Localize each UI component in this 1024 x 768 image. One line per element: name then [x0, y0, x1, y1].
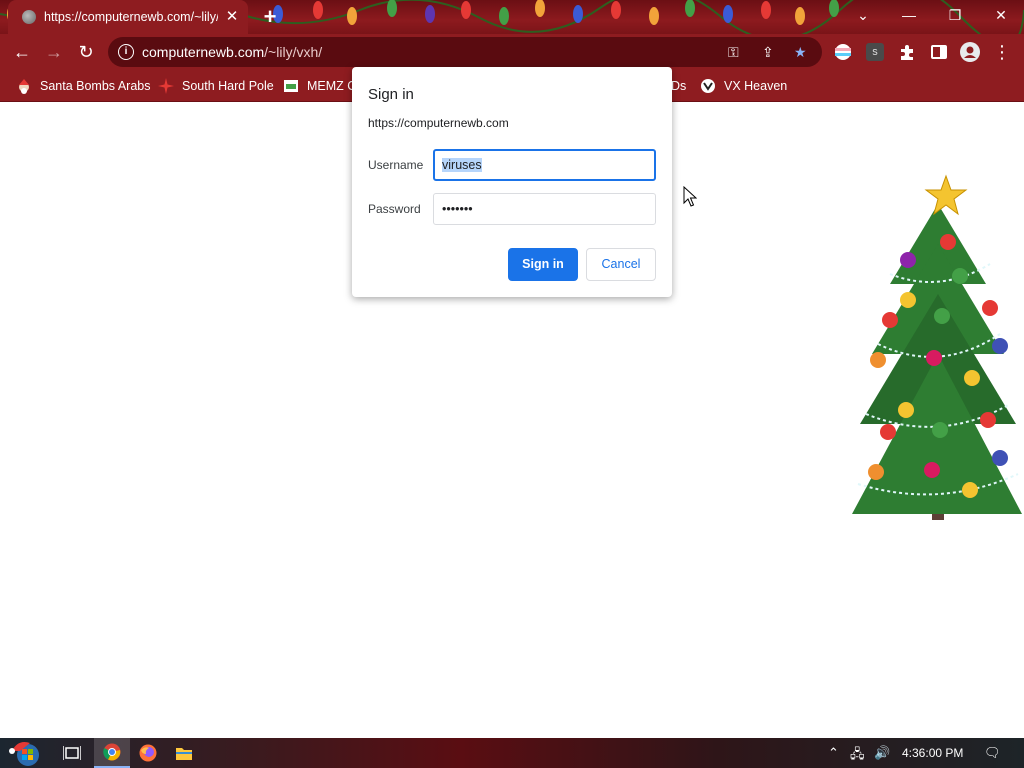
- firefox-icon: [139, 744, 157, 762]
- taskbar-chrome[interactable]: [94, 738, 130, 768]
- taskbar-file-explorer[interactable]: [166, 738, 202, 768]
- start-button[interactable]: [4, 738, 46, 768]
- bookmark-label: MEMZ C: [307, 79, 357, 93]
- star-burst-icon: [158, 78, 174, 94]
- christmas-tree-image: [852, 174, 1022, 520]
- new-tab-button[interactable]: +: [259, 6, 281, 29]
- password-value: •••••••: [442, 202, 473, 216]
- profile-avatar-icon[interactable]: [960, 42, 980, 62]
- start-orb-icon: [9, 742, 39, 766]
- password-field[interactable]: •••••••: [433, 193, 656, 225]
- close-window-button[interactable]: ✕: [978, 0, 1024, 32]
- username-label: Username: [368, 158, 424, 172]
- bookmark-item[interactable]: South Hard Pole: [158, 77, 274, 95]
- volume-icon[interactable]: 🔊: [874, 745, 890, 761]
- back-button[interactable]: ←: [10, 40, 34, 64]
- bookmark-star-icon[interactable]: ★: [794, 44, 807, 61]
- username-value: viruses: [442, 158, 482, 172]
- password-label: Password: [368, 202, 421, 216]
- share-icon[interactable]: ⇪: [762, 44, 774, 61]
- bookmark-label: South Hard Pole: [182, 79, 274, 93]
- folder-icon: [176, 748, 192, 760]
- forward-button[interactable]: →: [42, 40, 66, 64]
- sign-in-button[interactable]: Sign in: [508, 248, 578, 281]
- cancel-button[interactable]: Cancel: [586, 248, 656, 281]
- task-view-icon: [63, 746, 81, 760]
- memz-icon: [284, 80, 298, 92]
- site-info-icon[interactable]: i: [118, 44, 134, 60]
- bookmark-item[interactable]: Santa Bombs Arabs: [16, 77, 150, 95]
- active-tab[interactable]: https://computernewb.com/~lily/vxh/ ✕: [8, 0, 248, 34]
- bookmark-item[interactable]: Ds: [671, 77, 686, 95]
- address-bar[interactable]: i computernewb.com/~lily/vxh/ ⚿ ⇪ ★: [108, 37, 822, 67]
- url-path: /~lily/vxh/: [264, 44, 323, 60]
- page-favicon-icon: [22, 10, 36, 24]
- url-host: computernewb.com: [142, 44, 265, 60]
- browser-toolbar: ← → ↻ i computernewb.com/~lily/vxh/ ⚿ ⇪ …: [0, 34, 1024, 70]
- taskbar-firefox[interactable]: [130, 738, 166, 768]
- url-text[interactable]: computernewb.com/~lily/vxh/: [142, 44, 322, 60]
- browser-menu-button[interactable]: ⋮: [990, 40, 1014, 64]
- mouse-cursor-icon: [683, 186, 697, 207]
- bookmark-label: VX Heaven: [724, 79, 788, 93]
- tab-title: https://computernewb.com/~lily/vxh/: [44, 10, 218, 24]
- dialog-title: Sign in: [368, 86, 414, 103]
- taskbar: ⌃ 🖧 🔊 4:36:00 PM 🗨: [0, 738, 1024, 768]
- username-field[interactable]: viruses: [433, 149, 656, 181]
- profile-flag-extension-icon[interactable]: [834, 43, 852, 61]
- bookmark-label: Ds: [671, 79, 687, 93]
- restore-button[interactable]: ❐: [932, 0, 978, 32]
- sign-in-dialog: Sign in https://computernewb.com Usernam…: [352, 67, 672, 297]
- notifications-icon[interactable]: 🗨: [984, 745, 1001, 761]
- reload-button[interactable]: ↻: [74, 40, 98, 64]
- bookmark-item[interactable]: MEMZ C: [283, 77, 356, 95]
- tab-strip: https://computernewb.com/~lily/vxh/ ✕ + …: [0, 0, 1024, 34]
- vx-heaven-icon: [701, 79, 715, 93]
- show-hidden-icons-icon[interactable]: ⌃: [828, 745, 839, 761]
- chrome-icon: [103, 743, 121, 761]
- dialog-origin: https://computernewb.com: [368, 116, 509, 130]
- taskbar-clock[interactable]: 4:36:00 PM: [902, 746, 963, 760]
- s-extension-icon[interactable]: s: [866, 43, 884, 61]
- santa-icon: [19, 79, 29, 94]
- network-icon[interactable]: 🖧: [850, 745, 865, 767]
- bookmark-label: Santa Bombs Arabs: [40, 79, 151, 93]
- extensions-puzzle-icon[interactable]: [898, 43, 916, 61]
- minimize-button[interactable]: —: [886, 0, 932, 32]
- tab-close-icon[interactable]: ✕: [224, 9, 240, 25]
- bookmark-item[interactable]: VX Heaven: [700, 77, 787, 95]
- tab-search-button[interactable]: ⌄: [840, 0, 886, 32]
- key-icon[interactable]: ⚿: [728, 44, 739, 61]
- side-panel-icon[interactable]: [930, 43, 948, 61]
- task-view-button[interactable]: [54, 738, 90, 768]
